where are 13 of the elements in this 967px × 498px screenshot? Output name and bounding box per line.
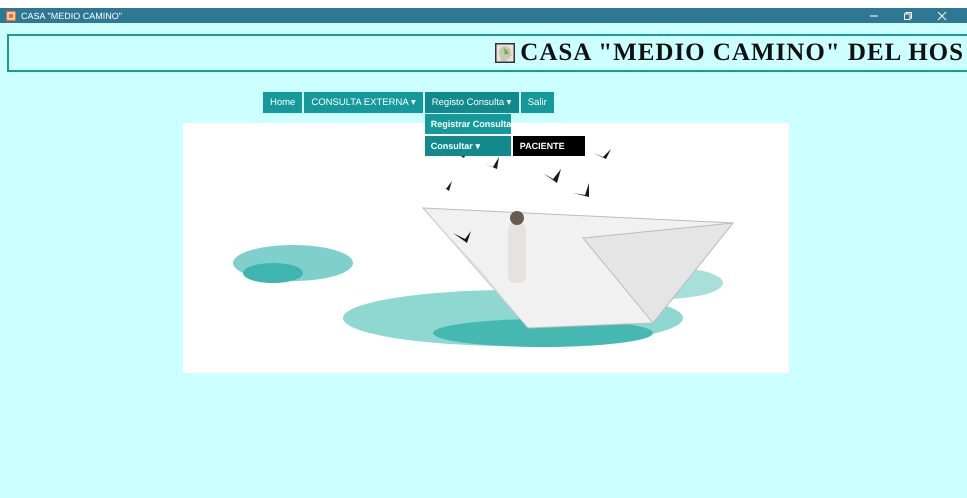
app-icon <box>6 10 16 20</box>
submenu-item[interactable]: PACIENTE <box>512 136 585 156</box>
menu-item[interactable]: Registo Consulta ▾ <box>424 92 519 113</box>
site-title: CASA "MEDIO CAMINO" DEL HOS <box>520 39 964 67</box>
head-icon <box>495 43 516 63</box>
menu-item[interactable]: Salir <box>520 92 554 113</box>
menu-item[interactable]: Home <box>263 92 302 113</box>
window-title: CASA "MEDIO CAMINO" <box>21 10 122 20</box>
dropdown-item[interactable]: Registrar Consulta <box>424 114 511 134</box>
restore-icon[interactable] <box>903 10 913 20</box>
close-icon[interactable] <box>937 10 947 20</box>
menu-item[interactable]: CONSULTA EXTERNA ▾ <box>304 92 423 113</box>
dropdown-item[interactable]: Consultar ▾ <box>424 136 511 156</box>
